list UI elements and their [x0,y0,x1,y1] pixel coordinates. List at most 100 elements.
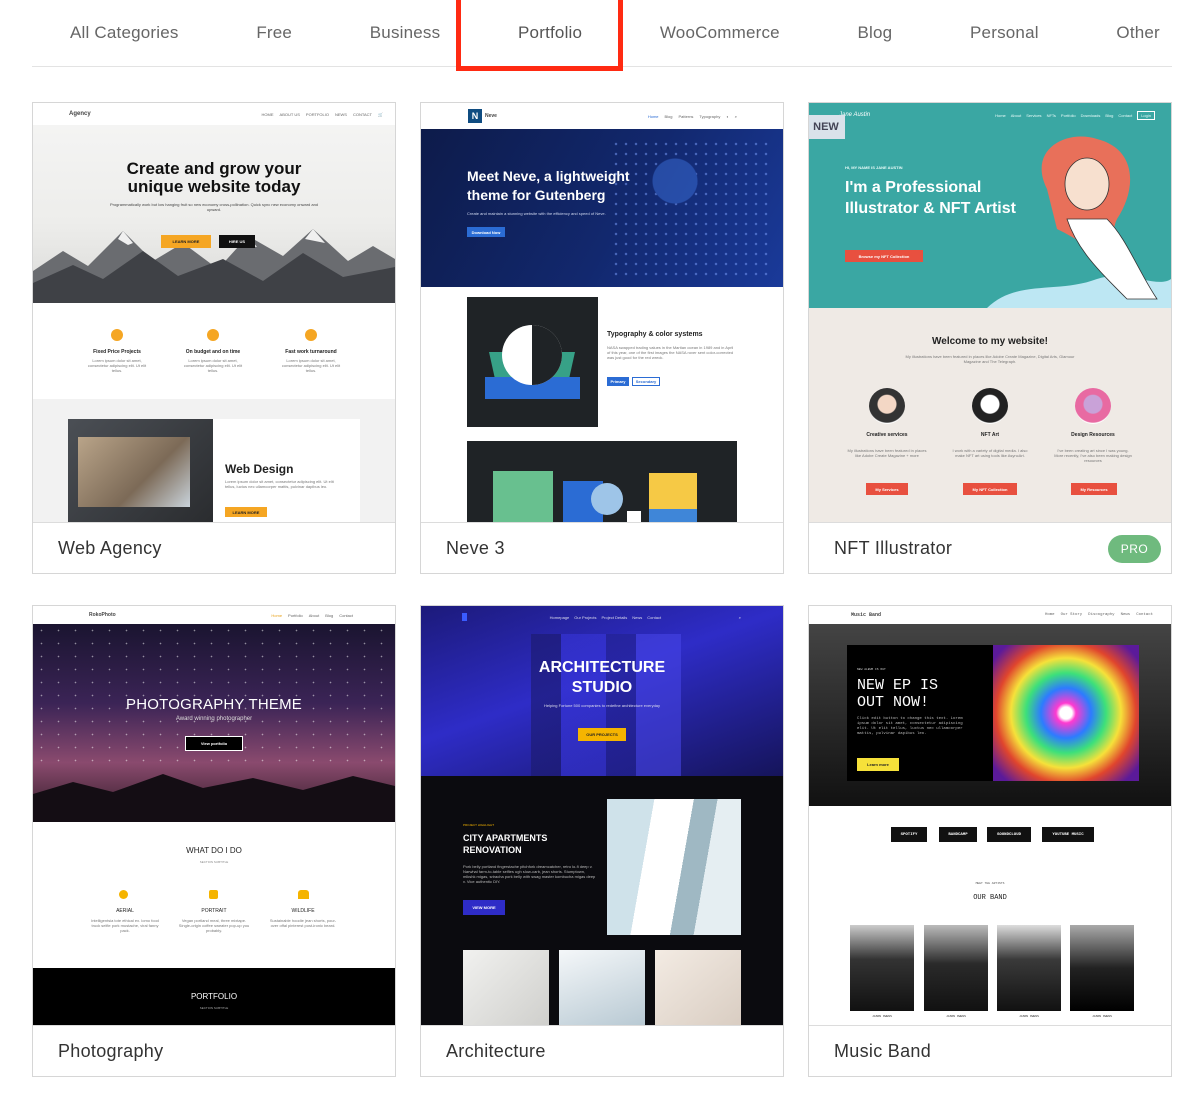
preview-nav-item: Home [271,612,283,618]
template-card-photography[interactable]: RokoPhoto Home Portfolio About Blog Cont… [32,605,396,1077]
item-title: AERIAL [116,908,134,914]
web-design-title: Web Design [225,462,294,476]
card-footer: Neve 3 [421,523,783,573]
hero-kicker: NEW ALBUM IS OUT [857,668,886,671]
hero-title: ARCHITECTURE STUDIO [538,659,666,696]
service-title: Creative services [866,432,908,438]
neve-logo-icon: N [468,109,482,123]
view-more-button: VIEW MORE [463,900,505,915]
artist-photo [924,925,988,1011]
spotify-button: SPOTIFY [891,827,927,842]
primary-button: Primary [607,377,629,386]
laptop-image [68,419,213,522]
template-card-web-agency[interactable]: Agency HOME ABOUT US PORTFOLIO NEWS CONT… [32,102,396,574]
avatar [972,388,1008,424]
bandcamp-button: BANDCAMP [939,827,977,842]
service-button: My Resources [1071,483,1117,495]
preview-nav: Music Band Home Our Story Discography Ne… [809,606,1171,624]
architecture-logo-icon [462,613,467,621]
active-tab-highlight [456,0,623,71]
mountain-silhouette [33,774,395,822]
tab-all-categories[interactable]: All Categories [70,23,179,43]
preview-hero: Homepage Our Projects Project Details Ne… [421,606,783,776]
preview-nav-item: About [308,612,320,618]
project-title: CITY APARTMENTS RENOVATION [463,833,548,855]
preview-nav-item: Blog [664,113,673,119]
soundcloud-button: SOUNDCLOUD [987,827,1031,842]
hero-title: NEW EP IS OUT NOW! [857,677,939,711]
preview-nav: RokoPhoto Home Portfolio About Blog Cont… [33,606,395,624]
preview-nav-item: Contact [339,612,353,618]
our-projects-button: OUR PROJECTS [578,728,626,741]
artist-name: JASON OWENS [1019,1015,1039,1018]
preview-logo: RokoPhoto [89,612,116,618]
card-footer: Web Agency [33,523,395,573]
template-name: NFT Illustrator [834,538,953,558]
typography-section: Typography & color systems NASA swapped … [421,287,783,522]
template-preview[interactable]: RokoPhoto Home Portfolio About Blog Cont… [33,606,395,1026]
preview-nav-item: Contact [1118,112,1133,118]
template-preview[interactable]: N Neve Home Blog Patterns Typography ◐ ⌕… [421,103,783,523]
portfolio-section: PORTFOLIO SECTION SUBTITLE [33,968,395,1025]
welcome-section: Welcome to my website! My illustrations … [809,308,1171,522]
project-section: PROJECT HIGHLIGHT CITY APARTMENTS RENOVA… [421,776,783,1025]
template-card-neve-3[interactable]: N Neve Home Blog Patterns Typography ◐ ⌕… [420,102,784,574]
hero-subtitle: Award winning photographer [175,716,253,722]
youtube-music-button: YOUTUBE MUSIC [1042,827,1094,842]
template-preview[interactable]: Homepage Our Projects Project Details Ne… [421,606,783,1026]
template-card-nft-illustrator[interactable]: NEW Jane Austin Home About Services NFTs… [808,102,1172,574]
meet-label: MEET THE ARTISTS [975,882,1005,885]
preview-nav-item: Blog [1105,112,1114,118]
template-card-architecture[interactable]: Homepage Our Projects Project Details Ne… [420,605,784,1077]
tab-personal[interactable]: Personal [970,23,1039,43]
preview-nav-item: Portfolio [288,612,303,618]
artist-photo [1070,925,1134,1011]
preview-nav-item: Our Story [1060,613,1083,617]
template-preview[interactable]: NEW Jane Austin Home About Services NFTs… [809,103,1171,523]
template-preview[interactable]: Music Band Home Our Story Discography Ne… [809,606,1171,1026]
learn-more-button: LEARN MORE [161,235,211,248]
preview-logo: Neve [485,113,497,119]
preview-nav-item: Our Projects [574,614,597,620]
hero-title: Meet Neve, a lightweight theme for Guten… [467,168,630,203]
tab-other[interactable]: Other [1116,23,1160,43]
template-name: Photography [58,1041,164,1061]
feature-text: Lorem ipsum dolor sit amet, consectetur … [87,358,147,373]
what-section: WHAT DO I DO SECTION SUBTITLE AERIAL POR… [33,822,395,968]
gallery-image [559,950,645,1025]
portfolio-title: PORTFOLIO [190,992,238,1001]
tab-woocommerce[interactable]: WooCommerce [660,23,780,43]
template-card-music-band[interactable]: Music Band Home Our Story Discography Ne… [808,605,1172,1077]
building-image [607,799,741,935]
typography-illustration [467,297,598,427]
section-title: Typography & color systems [607,331,703,338]
hero-title: PHOTOGRAPHY THEME [126,696,302,713]
preview-logo: Music Band [851,612,882,618]
feature-text: Lorem ipsum dolor sit amet, consectetur … [281,358,341,373]
artist-name: JASON OWENS [946,1015,966,1018]
preview-nav-item: NFTs [1046,112,1056,118]
learn-more-button: Learn more [857,758,899,771]
item-title: PORTRAIT [201,908,227,914]
artist-name: JASON OWENS [872,1015,892,1018]
tab-free[interactable]: Free [256,23,292,43]
preview-nav-item: About [1010,112,1022,118]
preview-nav-item: NEWS [334,111,347,117]
mountains-image [33,229,395,303]
template-name: Music Band [834,1041,932,1061]
tab-blog[interactable]: Blog [858,23,893,43]
gallery-image [655,950,741,1025]
preview-hero: PHOTOGRAPHY THEME Award winning photogra… [33,624,395,822]
wildlife-icon [298,890,309,899]
preview-nav-item: HOME [261,111,274,117]
tab-business[interactable]: Business [370,23,441,43]
pro-badge: PRO [1108,535,1161,563]
item-title: WILDLIFE [291,908,315,914]
service-title: NFT Art [980,432,1000,438]
hero-text: Click edit button to change this text. L… [857,717,963,736]
template-preview[interactable]: Agency HOME ABOUT US PORTFOLIO NEWS CONT… [33,103,395,523]
preview-nav-item: Contact [647,614,662,620]
artist-photo [997,925,1061,1011]
band-section: MEET THE ARTISTS OUR BAND JASON OWENS JA… [809,866,1171,1025]
feature-icon [207,329,219,341]
